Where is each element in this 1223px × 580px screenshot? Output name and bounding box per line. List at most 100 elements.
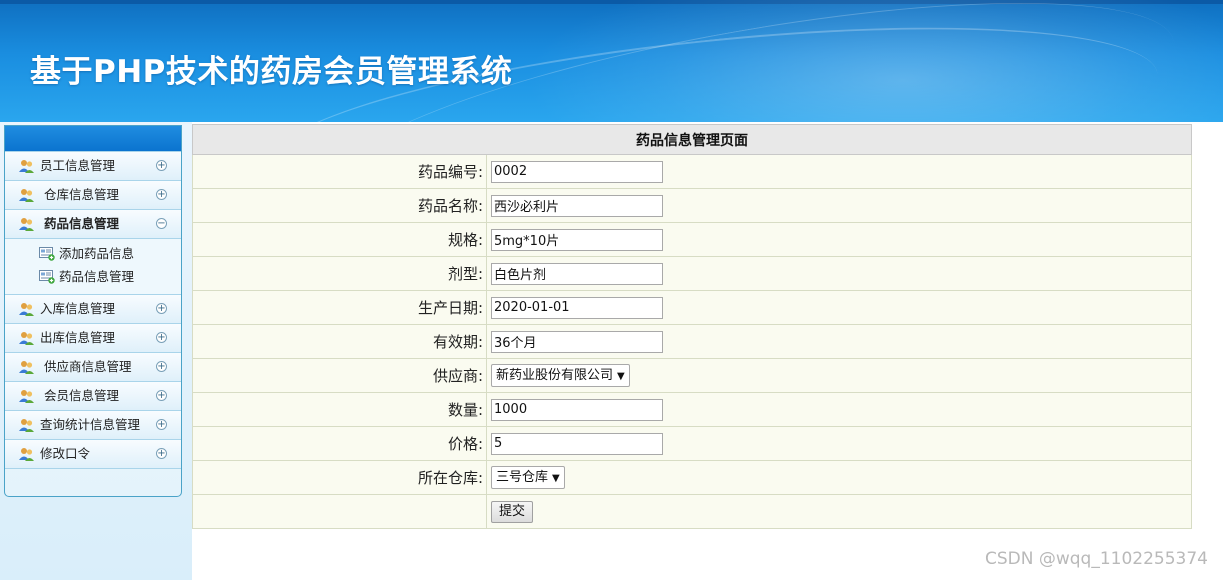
users-icon: [19, 390, 34, 403]
sidebar-item-staff[interactable]: 员工信息管理 +: [5, 151, 181, 181]
field-label: 供应商:: [192, 358, 487, 393]
form-add-icon: [39, 270, 55, 284]
app-title: 基于PHP技术的药房会员管理系统: [30, 54, 513, 90]
form-row-spec: 规格:: [192, 222, 1192, 257]
field-label: 药品编号:: [192, 154, 487, 189]
spec-input[interactable]: [491, 228, 663, 251]
sidebar-item-label: 员工信息管理: [40, 158, 116, 173]
sidebar-subitem-add-drug[interactable]: 添加药品信息: [5, 242, 181, 265]
dosage-form-input[interactable]: [491, 262, 663, 285]
field-cell: [486, 392, 1192, 427]
field-cell: [486, 154, 1192, 189]
expand-icon[interactable]: +: [156, 448, 167, 459]
expand-icon[interactable]: +: [156, 390, 167, 401]
field-label: 药品名称:: [192, 188, 487, 223]
expand-icon[interactable]: +: [156, 303, 167, 314]
collapse-icon[interactable]: −: [156, 218, 167, 229]
dropdown-arrow-icon: ▼: [552, 473, 560, 484]
field-label: 数量:: [192, 392, 487, 427]
sidebar-item-label: 修改口令: [40, 446, 91, 461]
sidebar-item-label: 供应商信息管理: [44, 359, 132, 374]
field-label: 规格:: [192, 222, 487, 257]
warehouse-select[interactable]: 三号仓库 ▼: [491, 466, 565, 489]
sidebar-item-member[interactable]: 会员信息管理 +: [5, 382, 181, 411]
quantity-input[interactable]: [491, 398, 663, 421]
sidebar-subitem-label: 药品信息管理: [59, 269, 135, 284]
form-row-mfg-date: 生产日期:: [192, 290, 1192, 325]
sidebar-item-drugs[interactable]: 药品信息管理 −: [5, 210, 181, 239]
users-icon: [19, 419, 34, 432]
expand-icon[interactable]: +: [156, 160, 167, 171]
empty-label-cell: [192, 494, 487, 529]
expand-icon[interactable]: +: [156, 332, 167, 343]
field-label: 价格:: [192, 426, 487, 461]
form-row-name: 药品名称:: [192, 188, 1192, 223]
supplier-select[interactable]: 新药业股份有限公司 ▼: [491, 364, 630, 387]
users-icon: [19, 332, 34, 345]
field-cell: [486, 426, 1192, 461]
sidebar-item-statistics[interactable]: 查询统计信息管理 +: [5, 411, 181, 440]
drug-code-input[interactable]: [491, 160, 663, 183]
form-caption-row: 药品信息管理页面: [192, 124, 1192, 155]
main-content: 药品信息管理页面 药品编号: 药品名称: 规格: 剂型: 生产日期: 有效期: …: [192, 124, 1192, 529]
users-icon: [19, 361, 34, 374]
form-row-validity: 有效期:: [192, 324, 1192, 359]
expand-icon[interactable]: +: [156, 361, 167, 372]
dropdown-arrow-icon: ▼: [617, 371, 625, 382]
sidebar-item-supplier[interactable]: 供应商信息管理 +: [5, 353, 181, 382]
sidebar-item-stock-in[interactable]: 入库信息管理 +: [5, 295, 181, 324]
form-add-icon: [39, 247, 55, 261]
field-label: 生产日期:: [192, 290, 487, 325]
form-row-code: 药品编号:: [192, 154, 1192, 189]
form-row-warehouse: 所在仓库: 三号仓库 ▼: [192, 460, 1192, 495]
submit-button[interactable]: 提交: [491, 500, 534, 523]
warehouse-selected-value: 三号仓库: [496, 470, 549, 485]
field-cell: [486, 222, 1192, 257]
drug-info-form: 药品信息管理页面 药品编号: 药品名称: 规格: 剂型: 生产日期: 有效期: …: [192, 124, 1192, 529]
sidebar-header-bar: [5, 126, 181, 151]
sidebar-item-change-password[interactable]: 修改口令 +: [5, 440, 181, 469]
form-caption: 药品信息管理页面: [192, 124, 1192, 155]
price-input[interactable]: [491, 432, 663, 455]
sidebar-item-label: 会员信息管理: [44, 388, 120, 403]
sidebar-item-label: 入库信息管理: [40, 301, 116, 316]
expand-icon[interactable]: +: [156, 189, 167, 200]
field-cell: [486, 324, 1192, 359]
sidebar-submenu-drugs: 添加药品信息 药品信息管理: [5, 239, 181, 295]
sidebar-subitem-label: 添加药品信息: [59, 246, 135, 261]
sidebar-subitem-manage-drug[interactable]: 药品信息管理: [5, 265, 181, 288]
sidebar-item-label: 查询统计信息管理: [40, 417, 141, 432]
sidebar-menu: 员工信息管理 + 仓库信息管理 + 药品信息管理 − 添加药品信息 药品信息管理…: [4, 125, 182, 497]
field-cell: 新药业股份有限公司 ▼: [486, 358, 1192, 393]
drug-name-input[interactable]: [491, 194, 663, 217]
field-cell: [486, 188, 1192, 223]
field-cell: [486, 290, 1192, 325]
expand-icon[interactable]: +: [156, 419, 167, 430]
form-row-price: 价格:: [192, 426, 1192, 461]
production-date-input[interactable]: [491, 296, 663, 319]
form-row-dosage: 剂型:: [192, 256, 1192, 291]
field-cell: 三号仓库 ▼: [486, 460, 1192, 495]
users-icon: [19, 303, 34, 316]
users-icon: [19, 160, 34, 173]
supplier-selected-value: 新药业股份有限公司: [496, 368, 614, 383]
header-banner: 基于PHP技术的药房会员管理系统: [0, 0, 1223, 122]
sidebar-item-label: 仓库信息管理: [44, 187, 120, 202]
field-cell: 提交: [486, 494, 1192, 529]
field-label: 有效期:: [192, 324, 487, 359]
watermark: CSDN @wqq_1102255374: [984, 549, 1208, 569]
form-row-supplier: 供应商: 新药业股份有限公司 ▼: [192, 358, 1192, 393]
users-icon: [19, 189, 34, 202]
form-row-quantity: 数量:: [192, 392, 1192, 427]
field-label: 所在仓库:: [192, 460, 487, 495]
users-icon: [19, 218, 34, 231]
sidebar-item-warehouse[interactable]: 仓库信息管理 +: [5, 181, 181, 210]
validity-period-input[interactable]: [491, 330, 663, 353]
users-icon: [19, 448, 34, 461]
field-cell: [486, 256, 1192, 291]
sidebar-item-label: 药品信息管理: [44, 216, 120, 231]
form-row-submit: 提交: [192, 494, 1192, 529]
sidebar-item-stock-out[interactable]: 出库信息管理 +: [5, 324, 181, 353]
sidebar-item-label: 出库信息管理: [40, 330, 116, 345]
field-label: 剂型:: [192, 256, 487, 291]
